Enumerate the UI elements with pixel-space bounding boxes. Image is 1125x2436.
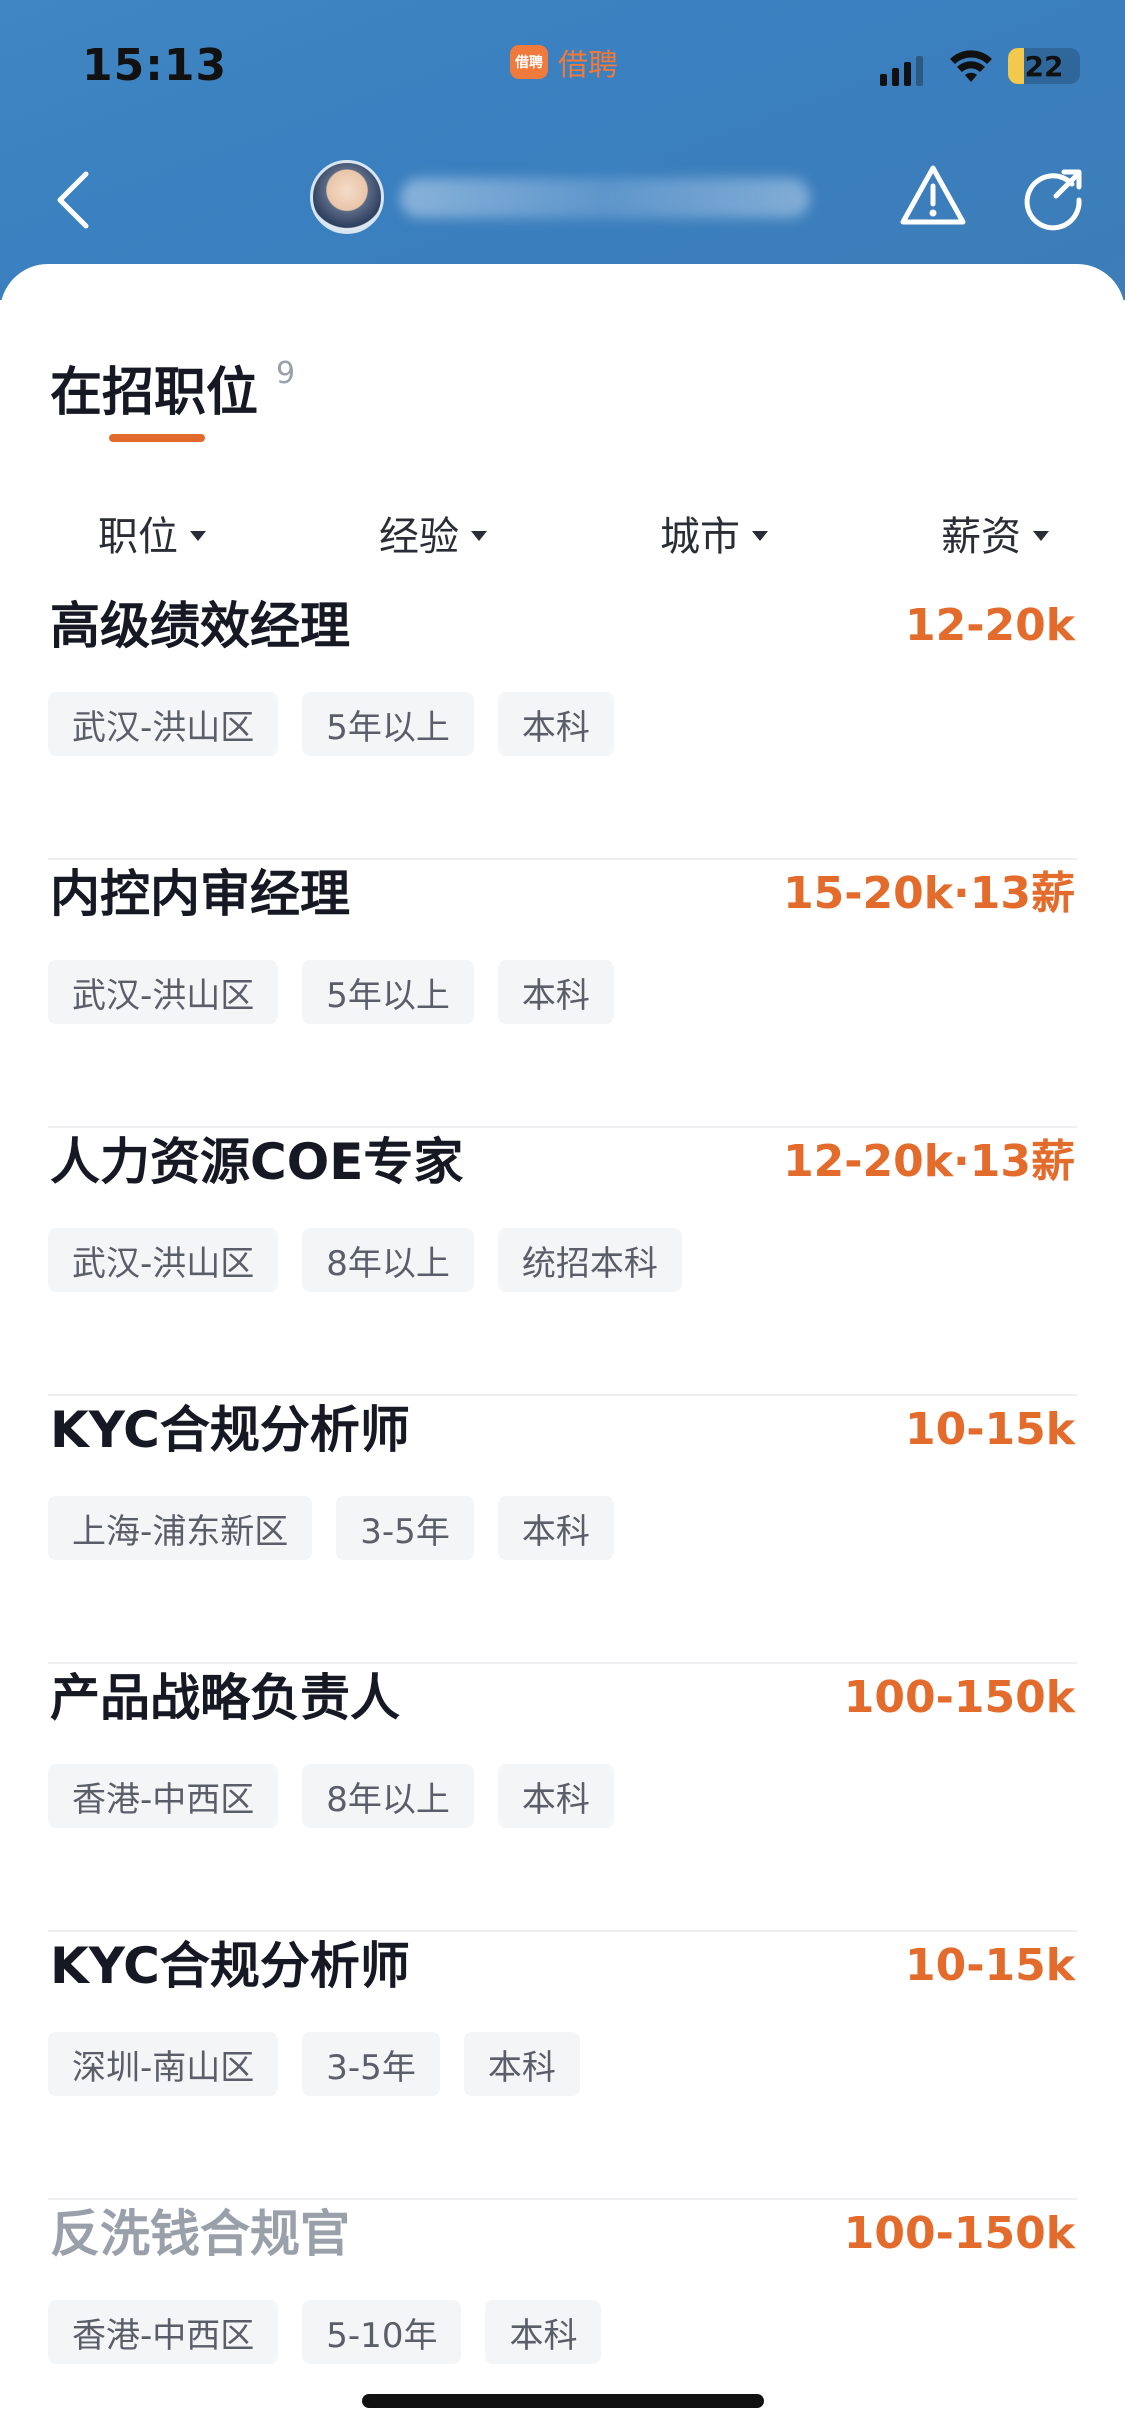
- job-title: 内控内审经理: [50, 865, 350, 923]
- divider: [48, 1126, 1077, 1128]
- job-card[interactable]: KYC合规分析师 10-15k 上海-浦东新区 3-5年 本科: [0, 1398, 1125, 1666]
- app-badge-icon: 借聘: [510, 45, 548, 79]
- tag-education: 统招本科: [497, 1228, 682, 1292]
- job-salary: 12-20k: [905, 600, 1075, 651]
- divider: [48, 1394, 1077, 1396]
- tag-experience: 8年以上: [302, 1764, 474, 1828]
- job-tags: 深圳-南山区 3-5年 本科: [48, 2032, 580, 2096]
- job-tags: 上海-浦东新区 3-5年 本科: [48, 1496, 614, 1560]
- filter-city[interactable]: 城市: [660, 504, 768, 562]
- job-salary: 10-15k: [905, 1404, 1075, 1455]
- tag-location: 武汉-洪山区: [48, 1228, 279, 1292]
- job-salary: 100-150k: [843, 1672, 1075, 1723]
- tag-location: 武汉-洪山区: [48, 960, 279, 1024]
- chevron-left-icon: [57, 171, 89, 229]
- job-title: KYC合规分析师: [50, 1937, 410, 1995]
- caret-down-icon: [1033, 531, 1049, 541]
- warning-triangle-icon: [900, 165, 966, 225]
- avatar[interactable]: [310, 160, 384, 234]
- tag-location: 深圳-南山区: [48, 2032, 279, 2096]
- job-title: KYC合规分析师: [50, 1401, 410, 1459]
- job-title: 高级绩效经理: [50, 597, 350, 655]
- tag-location: 香港-中西区: [48, 1764, 279, 1828]
- wifi-icon: [950, 50, 992, 82]
- app-name: 借聘: [558, 48, 618, 83]
- filter-label: 城市: [660, 514, 740, 560]
- filter-label: 职位: [98, 514, 178, 560]
- status-bar: 15:13 借聘 借聘 22: [0, 0, 1125, 130]
- tag-education: 本科: [485, 2300, 602, 2364]
- tag-location: 上海-浦东新区: [48, 1496, 313, 1560]
- back-button[interactable]: [50, 168, 100, 232]
- filter-label: 经验: [379, 514, 459, 560]
- tag-location: 香港-中西区: [48, 2300, 279, 2364]
- job-list: 高级绩效经理 12-20k 武汉-洪山区 5年以上 本科 内控内审经理 15-2…: [0, 594, 1125, 2436]
- filter-label: 薪资: [941, 514, 1021, 560]
- tag-education: 本科: [497, 1496, 614, 1560]
- job-tags: 香港-中西区 8年以上 本科: [48, 1764, 614, 1828]
- share-icon: [1024, 169, 1082, 231]
- tag-experience: 3-5年: [302, 2032, 440, 2096]
- job-tags: 武汉-洪山区 8年以上 统招本科: [48, 1228, 682, 1292]
- tag-experience: 3-5年: [336, 1496, 474, 1560]
- divider: [48, 2198, 1077, 2200]
- status-time: 15:13: [82, 40, 228, 91]
- active-tab-indicator: [109, 434, 205, 442]
- tag-experience: 5年以上: [302, 960, 474, 1024]
- battery-icon: 22: [1008, 48, 1080, 84]
- share-button[interactable]: [1018, 162, 1088, 232]
- blurred-company-name: [400, 178, 810, 218]
- job-salary: 100-150k: [843, 2208, 1075, 2259]
- tag-location: 武汉-洪山区: [48, 692, 279, 756]
- tag-experience: 5年以上: [302, 692, 474, 756]
- job-card[interactable]: KYC合规分析师 10-15k 深圳-南山区 3-5年 本科: [0, 1934, 1125, 2202]
- nav-bar: [0, 150, 1125, 250]
- content-sheet: 在招职位 9 职位 经验 城市 薪资 高级绩效经理 12-20k 武汉-洪山区 …: [0, 264, 1125, 2436]
- divider: [48, 1930, 1077, 1932]
- filter-position[interactable]: 职位: [98, 504, 206, 562]
- report-button[interactable]: [898, 162, 968, 232]
- section-title: 在招职位: [50, 363, 259, 423]
- tag-experience: 5-10年: [302, 2300, 462, 2364]
- battery-level: 22: [1024, 49, 1064, 83]
- tag-education: 本科: [497, 1764, 614, 1828]
- tag-education: 本科: [497, 692, 614, 756]
- job-salary: 10-15k: [905, 1940, 1075, 1991]
- app-indicator: 借聘 借聘: [510, 40, 618, 84]
- tag-education: 本科: [463, 2032, 580, 2096]
- job-tags: 香港-中西区 5-10年 本科: [48, 2300, 602, 2364]
- job-tags: 武汉-洪山区 5年以上 本科: [48, 692, 614, 756]
- divider: [48, 858, 1077, 860]
- filter-salary[interactable]: 薪资: [941, 504, 1049, 562]
- job-salary: 15-20k·13薪: [783, 868, 1075, 919]
- job-card[interactable]: 高级绩效经理 12-20k 武汉-洪山区 5年以上 本科: [0, 594, 1125, 862]
- cellular-signal-icon: [880, 56, 923, 86]
- tag-experience: 8年以上: [302, 1228, 474, 1292]
- divider: [48, 1662, 1077, 1664]
- section-count: 9: [276, 356, 296, 391]
- job-salary: 12-20k·13薪: [783, 1136, 1075, 1187]
- job-title: 人力资源COE专家: [50, 1133, 464, 1191]
- tag-education: 本科: [497, 960, 614, 1024]
- job-tags: 武汉-洪山区 5年以上 本科: [48, 960, 614, 1024]
- caret-down-icon: [190, 531, 206, 541]
- home-indicator[interactable]: [362, 2394, 764, 2408]
- job-card[interactable]: 产品战略负责人 100-150k 香港-中西区 8年以上 本科: [0, 1666, 1125, 1934]
- filter-row: 职位 经验 城市 薪资: [0, 504, 1125, 574]
- filter-experience[interactable]: 经验: [379, 504, 487, 562]
- job-title: 产品战略负责人: [50, 1669, 400, 1727]
- job-title: 反洗钱合规官: [50, 2205, 350, 2263]
- caret-down-icon: [471, 531, 487, 541]
- job-card[interactable]: 内控内审经理 15-20k·13薪 武汉-洪山区 5年以上 本科: [0, 862, 1125, 1130]
- caret-down-icon: [752, 531, 768, 541]
- job-card[interactable]: 人力资源COE专家 12-20k·13薪 武汉-洪山区 8年以上 统招本科: [0, 1130, 1125, 1398]
